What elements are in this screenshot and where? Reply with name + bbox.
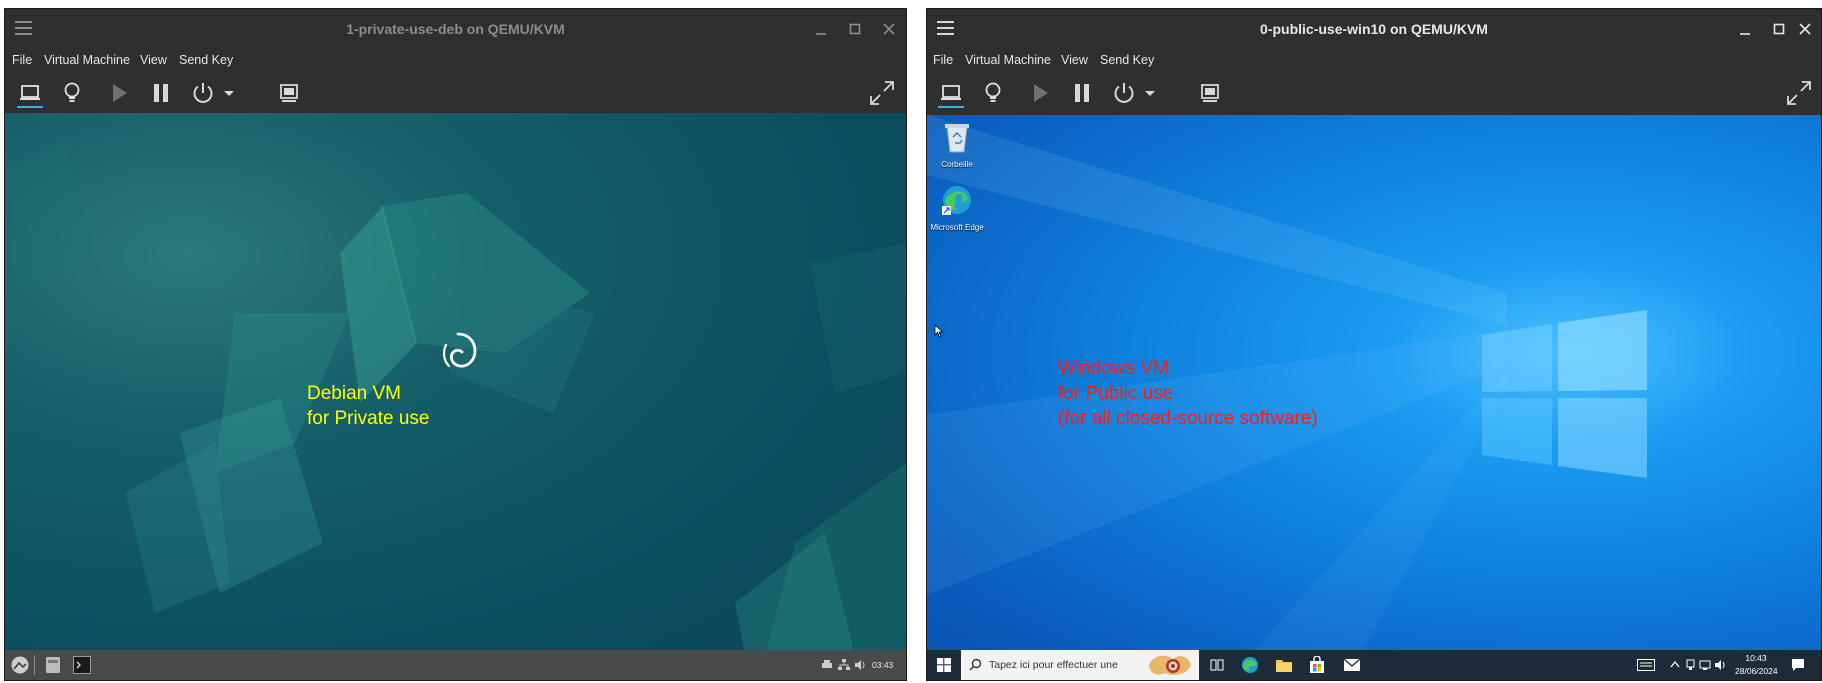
maximize-icon[interactable]: [843, 17, 867, 41]
power-icon[interactable]: [1108, 77, 1140, 109]
power-icon[interactable]: [187, 77, 219, 109]
dropdown-icon[interactable]: [1140, 77, 1160, 109]
network-icon[interactable]: [838, 659, 850, 671]
clock-time[interactable]: 10:43: [1735, 653, 1777, 663]
search-placeholder: Tapez ici pour effectuer une: [989, 659, 1118, 671]
desktop-icon-label: Microsoft Edge: [930, 223, 984, 232]
toolbar: [5, 73, 906, 113]
menu-bar: File Virtual Machine View Send Key: [927, 49, 1821, 71]
debian-spinner-icon: [442, 332, 477, 368]
vm-window-debian: 1-private-use-deb on QEMU/KVM File Virtu…: [4, 8, 907, 681]
clock-date[interactable]: 28/06/2024: [1735, 666, 1778, 676]
desktop-icon-corbeille[interactable]: Corbeille: [929, 121, 985, 169]
taskbar-divider: [34, 655, 35, 675]
menu-send-key[interactable]: Send Key: [179, 53, 233, 67]
overlay-label-windows: Windows VM for Public use (for all close…: [1058, 358, 1318, 429]
menu-virtual-machine[interactable]: Virtual Machine: [965, 53, 1051, 67]
minimize-icon[interactable]: [809, 17, 833, 41]
terminal-icon[interactable]: [73, 656, 91, 674]
network-icon[interactable]: [1699, 659, 1711, 671]
usb-icon[interactable]: [1685, 659, 1696, 671]
file-explorer-icon[interactable]: [1275, 657, 1293, 673]
windows-taskbar: Tapez ici pour effectuer une 10:43 28/06…: [927, 650, 1821, 680]
fullscreen-icon[interactable]: [866, 77, 898, 109]
desktop-icon-edge[interactable]: Microsoft Edge: [929, 184, 985, 232]
mouse-cursor-icon: [934, 324, 944, 338]
notification-icon[interactable]: [1791, 658, 1805, 672]
menu-virtual-machine[interactable]: Virtual Machine: [44, 53, 130, 67]
play-icon[interactable]: [1024, 77, 1056, 109]
search-icon: [969, 658, 982, 671]
toolbar: [927, 73, 1821, 113]
pause-icon[interactable]: [145, 77, 177, 109]
menu-file[interactable]: File: [933, 53, 953, 67]
title-bar[interactable]: 0-public-use-win10 on QEMU/KVM: [927, 9, 1821, 49]
app-menu-icon[interactable]: [10, 655, 30, 675]
vm-display[interactable]: Debian VM for Private use 03:43: [5, 113, 906, 680]
display-icon[interactable]: [14, 77, 46, 109]
minimize-icon[interactable]: [1733, 17, 1757, 41]
dropdown-icon[interactable]: [219, 77, 239, 109]
menu-file[interactable]: File: [12, 53, 32, 67]
desktop-icon-label: Corbeille: [941, 160, 973, 169]
display-icon[interactable]: [935, 77, 967, 109]
edge-icon: [942, 186, 971, 215]
fullscreen-icon[interactable]: [1783, 77, 1815, 109]
start-icon[interactable]: [937, 658, 951, 672]
windows-logo-icon: [1482, 310, 1647, 478]
overlay-label-debian: Debian VM for Private use: [307, 383, 430, 429]
search-highlight-icon: [1149, 655, 1191, 675]
volume-icon[interactable]: [854, 659, 867, 671]
menu-send-key[interactable]: Send Key: [1100, 53, 1154, 67]
screenshot-icon[interactable]: [1194, 77, 1226, 109]
file-manager-icon[interactable]: [45, 656, 61, 674]
pause-icon[interactable]: [1066, 77, 1098, 109]
bulb-icon[interactable]: [56, 77, 88, 109]
close-icon[interactable]: [1793, 17, 1817, 41]
debian-wallpaper-shapes: [5, 143, 906, 655]
vm-window-windows: 0-public-use-win10 on QEMU/KVM File Virt…: [926, 8, 1822, 681]
screenshot-icon[interactable]: [273, 77, 305, 109]
debian-clock[interactable]: 03:43: [872, 660, 893, 670]
mail-icon[interactable]: [1343, 658, 1361, 672]
menu-view[interactable]: View: [1061, 53, 1088, 67]
volume-icon[interactable]: [1714, 659, 1727, 671]
maximize-icon[interactable]: [1767, 17, 1791, 41]
chevron-up-icon[interactable]: [1670, 660, 1680, 668]
task-view-icon[interactable]: [1210, 658, 1224, 672]
title-bar[interactable]: 1-private-use-deb on QEMU/KVM: [5, 9, 906, 49]
recycle-bin-icon: [945, 124, 969, 153]
play-icon[interactable]: [103, 77, 135, 109]
edge-taskbar-icon[interactable]: [1241, 656, 1259, 674]
search-box[interactable]: Tapez ici pour effectuer une: [961, 650, 1199, 680]
keyboard-icon[interactable]: [1637, 659, 1655, 671]
printer-icon[interactable]: [821, 659, 833, 671]
window-title: 0-public-use-win10 on QEMU/KVM: [1260, 21, 1488, 37]
debian-taskbar: 03:43: [5, 650, 906, 680]
close-icon[interactable]: [877, 17, 901, 41]
vm-display[interactable]: Corbeille Microsoft Edge Windows VM for …: [927, 115, 1821, 680]
bulb-icon[interactable]: [977, 77, 1009, 109]
menu-view[interactable]: View: [140, 53, 167, 67]
window-title: 1-private-use-deb on QEMU/KVM: [346, 21, 565, 37]
menu-bar: File Virtual Machine View Send Key: [5, 49, 906, 71]
store-icon[interactable]: [1309, 656, 1325, 674]
